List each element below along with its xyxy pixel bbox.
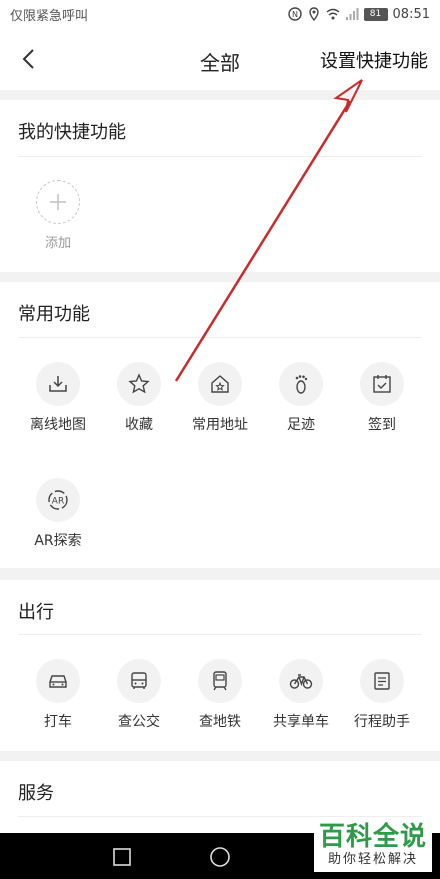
tile-label: 共享单车 (273, 714, 329, 730)
home-button[interactable] (209, 846, 231, 868)
bus-icon (131, 672, 147, 689)
offline-map-icon (49, 376, 67, 392)
svg-text:AR: AR (52, 497, 64, 507)
status-icons: N 81 08:51 (287, 6, 430, 22)
wifi-icon (326, 8, 339, 20)
divider (18, 816, 422, 817)
watermark-main: 百科全说 (318, 822, 427, 852)
nfc-icon: N (287, 7, 302, 21)
add-label: 添加 (44, 236, 71, 251)
tile-icon-bg (279, 659, 323, 703)
signal-icon (345, 8, 359, 20)
star-icon (128, 373, 150, 394)
home-star-icon (211, 375, 229, 393)
tile-ar-explore[interactable]: AR AR探索 (18, 478, 98, 550)
status-bar: 仅限紧急呼叫 N 81 08:51 (0, 0, 440, 28)
add-shortcut-button[interactable]: 添加 (18, 180, 98, 251)
carrier-text: 仅限紧急呼叫 (10, 8, 89, 24)
section-title: 常用功能 (18, 304, 90, 325)
tile-label: 打车 (44, 714, 72, 730)
itinerary-icon (374, 672, 390, 690)
footprint-icon (295, 375, 308, 394)
subway-icon (213, 671, 227, 691)
tile-footprint[interactable]: 足迹 (261, 362, 341, 434)
bike-icon (289, 674, 313, 689)
tile-label: 签到 (368, 417, 396, 433)
section-title: 我的快捷功能 (18, 122, 126, 143)
section-title: 出行 (18, 602, 54, 623)
tile-label: 常用地址 (192, 417, 248, 433)
tile-label: AR探索 (34, 533, 82, 549)
ar-icon: AR (48, 490, 68, 510)
tile-label: 足迹 (287, 417, 315, 433)
section-title: 服务 (18, 783, 54, 804)
taxi-icon (49, 675, 67, 688)
set-shortcuts-button[interactable]: 设置快捷功能 (320, 47, 428, 73)
tile-favorites[interactable]: 收藏 (99, 362, 179, 434)
tile-icon-bg (279, 362, 323, 406)
divider (18, 337, 422, 338)
tile-bus[interactable]: 查公交 (99, 659, 179, 731)
tile-icon-bg (36, 659, 80, 703)
divider (18, 634, 422, 635)
tile-icon-bg (198, 362, 242, 406)
header: 全部 设置快捷功能 (0, 28, 440, 90)
tile-label: 查地铁 (199, 714, 241, 730)
tile-icon-bg (36, 362, 80, 406)
tile-label: 查公交 (118, 714, 160, 730)
my-shortcuts-section: 我的快捷功能 添加 (0, 100, 440, 272)
travel-section: 出行 打车 查公交 查地铁 共享单车 行程助手 (0, 580, 440, 751)
divider (18, 156, 422, 157)
tile-icon-bg (360, 362, 404, 406)
tile-label: 收藏 (125, 417, 153, 433)
tile-checkin[interactable]: 签到 (342, 362, 422, 434)
add-circle (36, 180, 80, 224)
location-icon (308, 7, 319, 21)
tile-icon-bg (117, 362, 161, 406)
tile-icon-bg: AR (36, 478, 80, 522)
tile-icon-bg (198, 659, 242, 703)
recent-apps-button[interactable] (111, 846, 133, 868)
tile-label: 行程助手 (354, 714, 410, 730)
battery-icon: 81 (363, 7, 388, 21)
watermark-logo: 百科全说 助你轻松解决 (314, 820, 432, 872)
clock: 08:51 (392, 6, 430, 22)
plus-icon (50, 194, 66, 210)
svg-text:N: N (292, 10, 298, 19)
tile-icon-bg (360, 659, 404, 703)
tile-itinerary[interactable]: 行程助手 (342, 659, 422, 731)
tile-taxi[interactable]: 打车 (18, 659, 98, 731)
tile-icon-bg (117, 659, 161, 703)
tile-common-address[interactable]: 常用地址 (180, 362, 260, 434)
tile-offline-map[interactable]: 离线地图 (18, 362, 98, 434)
watermark-sub: 助你轻松解决 (327, 852, 418, 867)
tile-subway[interactable]: 查地铁 (180, 659, 260, 731)
common-functions-section: 常用功能 离线地图 收藏 常用地址 足迹 签到 AR AR探索 (0, 282, 440, 568)
tile-shared-bike[interactable]: 共享单车 (261, 659, 341, 731)
tile-label: 离线地图 (30, 417, 86, 433)
checkin-icon (373, 375, 391, 393)
